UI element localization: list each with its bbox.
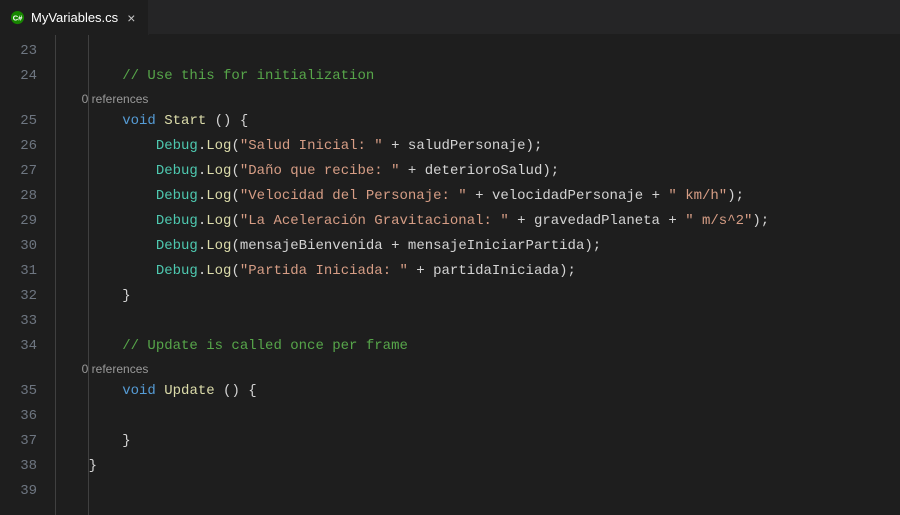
line-number: 27 [0,159,37,184]
codelens-references[interactable]: 0 references [55,359,900,379]
line-number: 29 [0,209,37,234]
line-number-gutter: 23 24 25 26 27 28 29 30 31 32 33 34 35 3… [0,35,55,515]
line-number: 23 [0,39,37,64]
code-line: } [55,429,900,454]
line-number: 24 [0,64,37,89]
svg-text:C#: C# [13,13,23,22]
line-number: 34 [0,334,37,359]
code-line: } [55,284,900,309]
line-number: 31 [0,259,37,284]
tab-filename: MyVariables.cs [31,10,118,25]
code-line: } [55,454,900,479]
code-line: // Update is called once per frame [55,334,900,359]
code-line: void Update () { [55,379,900,404]
code-line: // Use this for initialization [55,64,900,89]
line-number: 26 [0,134,37,159]
code-line: Debug.Log("Velocidad del Personaje: " + … [55,184,900,209]
code-line: Debug.Log("Partida Iniciada: " + partida… [55,259,900,284]
code-line: Debug.Log("Salud Inicial: " + saludPerso… [55,134,900,159]
code-content[interactable]: // Use this for initialization 0 referen… [55,35,900,515]
code-line: void Start () { [55,109,900,134]
line-number: 28 [0,184,37,209]
code-line [55,404,900,429]
codelens-references[interactable]: 0 references [55,89,900,109]
line-number: 30 [0,234,37,259]
line-number: 25 [0,109,37,134]
code-line: Debug.Log("Daño que recibe: " + deterior… [55,159,900,184]
line-number: 37 [0,429,37,454]
tab-bar: C# MyVariables.cs × [0,0,900,35]
code-line [55,309,900,334]
line-number: 36 [0,404,37,429]
code-line [55,479,900,504]
code-editor[interactable]: 23 24 25 26 27 28 29 30 31 32 33 34 35 3… [0,35,900,515]
line-number: 38 [0,454,37,479]
line-number: 32 [0,284,37,309]
close-icon[interactable]: × [124,10,138,26]
code-line: Debug.Log(mensajeBienvenida + mensajeIni… [55,234,900,259]
line-number: 39 [0,479,37,504]
editor-tab[interactable]: C# MyVariables.cs × [0,0,149,35]
csharp-file-icon: C# [10,10,25,25]
code-line: Debug.Log("La Aceleración Gravitacional:… [55,209,900,234]
line-number: 35 [0,379,37,404]
code-line [55,39,900,64]
line-number: 33 [0,309,37,334]
